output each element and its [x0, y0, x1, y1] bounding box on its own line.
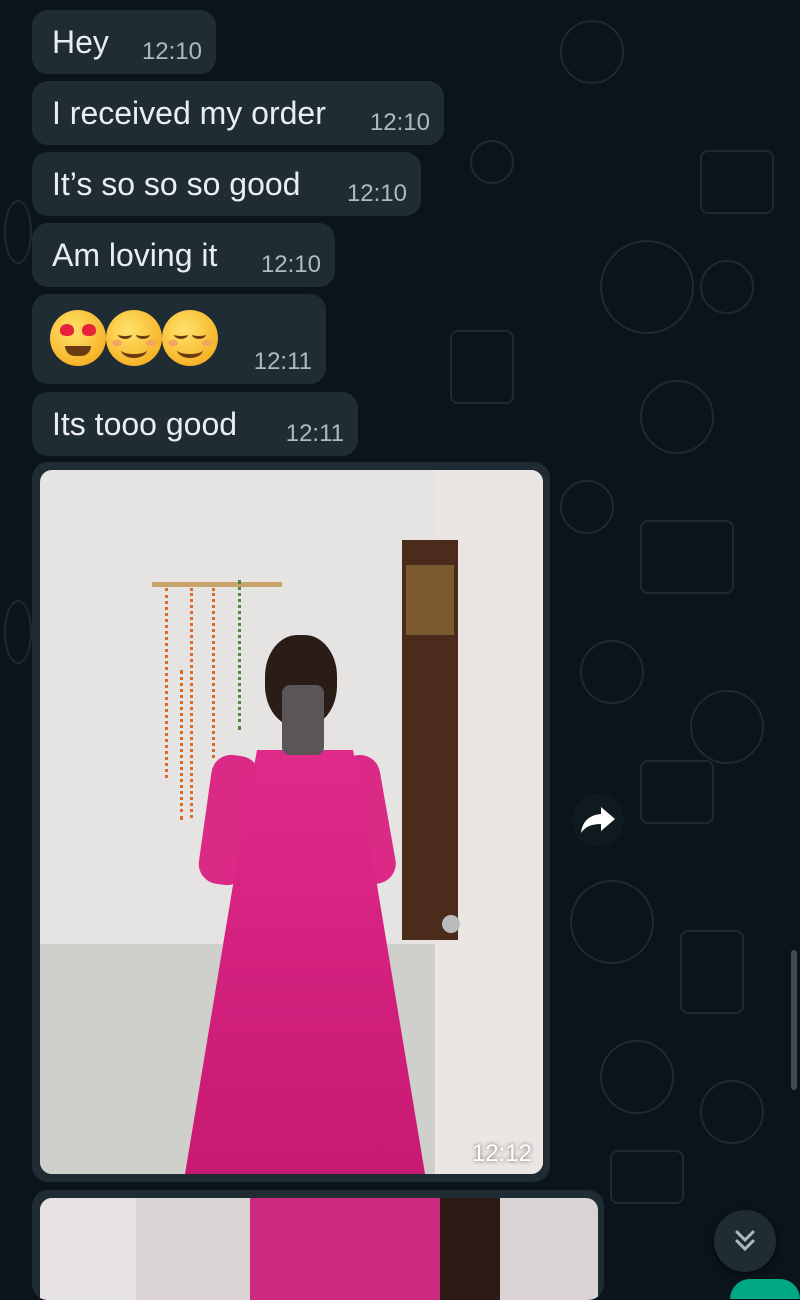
message-bubble[interactable]: I received my order 12:10 [32, 81, 444, 145]
floating-action-button[interactable] [730, 1279, 800, 1299]
relieved-face-emoji-icon [162, 310, 218, 366]
shared-photo[interactable] [40, 470, 543, 1174]
forward-arrow-icon[interactable] [572, 794, 624, 846]
emoji-row [50, 310, 218, 366]
shared-photo[interactable] [40, 1198, 598, 1300]
image-message-bubble[interactable]: 12:12 [32, 462, 550, 1182]
message-bubble[interactable]: It’s so so so good 12:10 [32, 152, 421, 216]
message-bubble[interactable]: Its tooo good 12:11 [32, 392, 358, 456]
message-time: 12:10 [260, 251, 321, 278]
message-time: 12:11 [285, 420, 344, 447]
message-time: 12:10 [346, 180, 407, 207]
image-message-time: 12:12 [471, 1140, 532, 1167]
message-time: 12:10 [369, 109, 430, 136]
message-text: Am loving it [52, 237, 218, 273]
message-bubble[interactable]: Am loving it 12:10 [32, 223, 335, 287]
relieved-face-emoji-icon [106, 310, 162, 366]
message-time: 12:11 [253, 348, 312, 375]
heart-eyes-emoji-icon [50, 310, 106, 366]
image-message-bubble[interactable] [32, 1190, 604, 1300]
message-text: It’s so so so good [52, 166, 301, 202]
message-text: I received my order [52, 95, 326, 131]
message-text: Its tooo good [52, 406, 238, 442]
message-time: 12:10 [141, 38, 202, 65]
message-text: Hey [52, 24, 109, 60]
message-bubble[interactable]: Hey 12:10 [32, 10, 216, 74]
emoji-message-bubble[interactable]: 12:11 [32, 294, 326, 384]
scrollbar[interactable] [791, 950, 797, 1090]
double-chevron-down-icon[interactable] [714, 1210, 776, 1272]
